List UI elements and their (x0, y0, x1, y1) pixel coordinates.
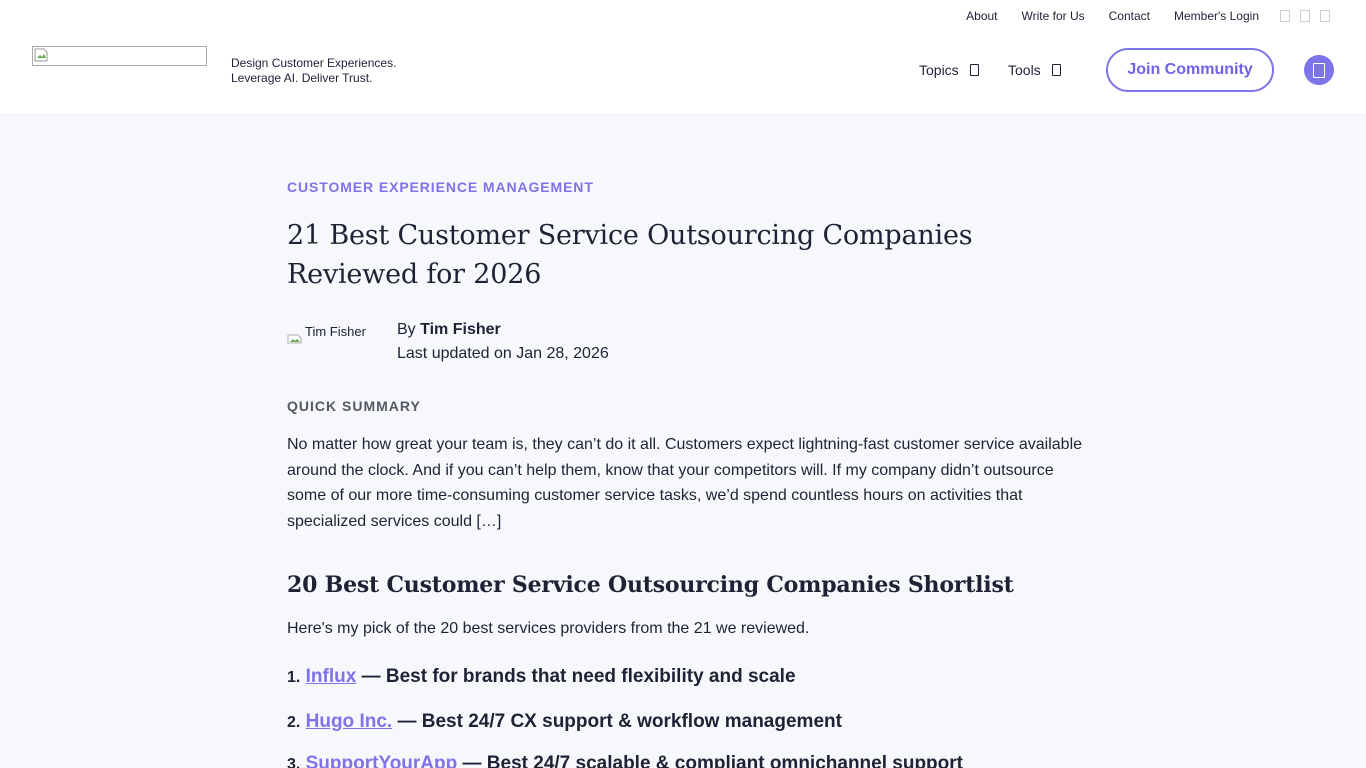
member-login-link[interactable]: Member's Login (1174, 8, 1259, 24)
list-number: 3. (287, 756, 301, 768)
list-description: — Best 24/7 scalable & compliant omnicha… (457, 753, 963, 768)
broken-image-icon (287, 334, 302, 344)
linkedin-icon[interactable] (1280, 10, 1290, 22)
broken-image-icon (34, 48, 48, 62)
shortlist-heading: 20 Best Customer Service Outsourcing Com… (287, 572, 1014, 598)
site-header: About Write for Us Contact Member's Logi… (0, 0, 1366, 113)
byline: By Tim Fisher Last updated on Jan 28, 20… (397, 318, 609, 366)
about-link[interactable]: About (966, 8, 997, 24)
chevron-down-icon (969, 64, 979, 76)
author-avatar: Tim Fisher (287, 324, 382, 344)
nav-tools[interactable]: Tools (1008, 62, 1061, 78)
tagline-line-1: Design Customer Experiences. (231, 56, 397, 70)
list-description: — Best 24/7 CX support & workflow manage… (392, 711, 842, 732)
category-link[interactable]: CUSTOMER EXPERIENCE MANAGEMENT (287, 179, 594, 195)
list-description: — Best for brands that need flexibility … (356, 666, 796, 687)
join-community-button[interactable]: Join Community (1106, 48, 1274, 92)
utility-nav: About Write for Us Contact Member's Logi… (942, 8, 1330, 24)
list-number: 2. (287, 714, 301, 731)
list-number: 1. (287, 669, 301, 686)
author-name-link[interactable]: Tim Fisher (420, 321, 501, 338)
write-for-us-link[interactable]: Write for Us (1022, 8, 1085, 24)
site-tagline: Design Customer Experiences. Leverage AI… (231, 56, 396, 86)
twitter-icon[interactable] (1300, 10, 1310, 22)
rss-icon[interactable] (1320, 10, 1330, 22)
nav-topics-label: Topics (919, 62, 959, 78)
tagline-line-2: Leverage AI. Deliver Trust. (231, 71, 373, 85)
by-label: By (397, 321, 416, 338)
list-item: 3. SupportYourApp — Best 24/7 scalable &… (287, 753, 963, 768)
provider-link-supportyourapp[interactable]: SupportYourApp (306, 753, 458, 768)
contact-link[interactable]: Contact (1109, 8, 1150, 24)
quick-summary-text: No matter how great your team is, they c… (287, 436, 1083, 531)
list-item: 1. Influx — Best for brands that need fl… (287, 666, 796, 688)
list-item: 2. Hugo Inc. — Best 24/7 CX support & wo… (287, 711, 842, 733)
chevron-down-icon (1051, 64, 1061, 76)
author-avatar-alt: Tim Fisher (305, 324, 366, 339)
quick-summary-label: QUICK SUMMARY (287, 398, 421, 414)
provider-link-influx[interactable]: Influx (306, 666, 357, 687)
nav-topics[interactable]: Topics (919, 62, 979, 78)
page-title: 21 Best Customer Service Outsourcing Com… (287, 220, 973, 290)
nav-tools-label: Tools (1008, 62, 1041, 78)
site-logo[interactable] (32, 46, 207, 66)
updated-date: Last updated on Jan 28, 2026 (397, 345, 609, 362)
provider-link-hugo[interactable]: Hugo Inc. (306, 711, 393, 732)
shortlist-intro: Here's my pick of the 20 best services p… (287, 620, 810, 637)
menu-button[interactable] (1304, 55, 1334, 85)
menu-icon (1313, 62, 1325, 78)
